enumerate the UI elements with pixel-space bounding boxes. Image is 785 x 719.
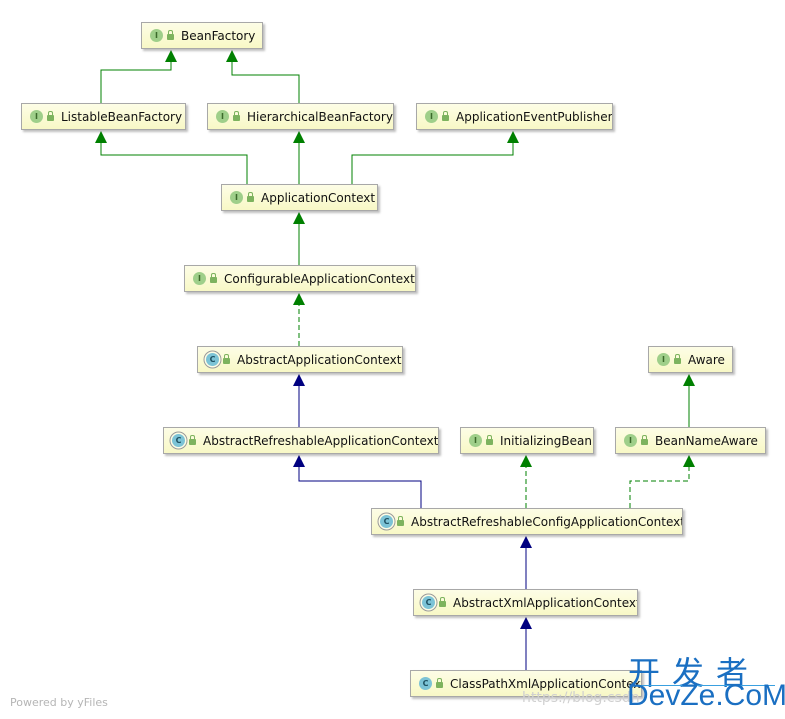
node-label: AbstractXmlApplicationContext	[453, 595, 638, 610]
node-label: HierarchicalBeanFactory	[247, 109, 393, 124]
node-label: AbstractRefreshableConfigApplicationCont…	[411, 514, 683, 529]
node-beannameaware[interactable]: I BeanNameAware	[615, 427, 766, 454]
node-label: Aware	[688, 352, 725, 367]
public-lock-icon	[223, 354, 230, 364]
interface-icon: I	[193, 272, 206, 285]
abstract-class-icon: C	[422, 596, 435, 609]
node-aware[interactable]: I Aware	[648, 346, 733, 373]
interface-icon: I	[624, 434, 637, 447]
public-lock-icon	[189, 435, 196, 445]
interface-icon: I	[469, 434, 482, 447]
node-label: AbstractApplicationContext	[237, 352, 402, 367]
watermark-en: DevZe.CoM	[627, 679, 785, 712]
arrowhead-icon	[95, 131, 107, 143]
arrowhead-icon	[683, 374, 695, 386]
node-configurable[interactable]: I ConfigurableApplicationContext	[184, 265, 416, 292]
node-label: BeanNameAware	[655, 433, 758, 448]
arrowhead-icon	[293, 131, 305, 143]
arrowhead-icon	[520, 536, 532, 548]
class-icon: C	[419, 677, 432, 690]
public-lock-icon	[486, 435, 493, 445]
node-hierarchical[interactable]: I HierarchicalBeanFactory	[207, 103, 394, 130]
edge-listable-to-beanfactory	[100, 61, 172, 103]
interface-icon: I	[230, 191, 243, 204]
public-lock-icon	[397, 516, 404, 526]
public-lock-icon	[436, 678, 443, 688]
interface-icon: I	[657, 353, 670, 366]
public-lock-icon	[210, 273, 217, 283]
interface-icon: I	[150, 29, 163, 42]
interface-icon: I	[30, 110, 43, 123]
public-lock-icon	[247, 192, 254, 202]
node-label: ApplicationEventPublisher	[456, 109, 613, 124]
node-refreshableconfig[interactable]: C AbstractRefreshableConfigApplicationCon…	[371, 508, 683, 535]
arrowhead-icon	[165, 50, 177, 62]
arrowhead-icon	[293, 212, 305, 224]
node-publisher[interactable]: I ApplicationEventPublisher	[416, 103, 613, 130]
edge-appctx-to-listable	[100, 142, 248, 184]
arrowhead-icon	[520, 455, 532, 467]
public-lock-icon	[641, 435, 648, 445]
node-abstractctx[interactable]: C AbstractApplicationContext	[197, 346, 403, 373]
node-appctx[interactable]: I ApplicationContext	[221, 184, 378, 211]
node-label: AbstractRefreshableApplicationContext	[203, 433, 439, 448]
node-refreshable[interactable]: C AbstractRefreshableApplicationContext	[163, 427, 439, 454]
public-lock-icon	[439, 597, 446, 607]
abstract-class-icon: C	[172, 434, 185, 447]
arrowhead-icon	[293, 455, 305, 467]
interface-icon: I	[216, 110, 229, 123]
edge-refreshableconfig-to-beannameaware	[629, 466, 690, 508]
public-lock-icon	[674, 354, 681, 364]
public-lock-icon	[167, 30, 174, 40]
public-lock-icon	[47, 111, 54, 121]
node-label: ApplicationContext	[261, 190, 376, 205]
node-label: ConfigurableApplicationContext	[224, 271, 415, 286]
node-abstractxml[interactable]: C AbstractXmlApplicationContext	[413, 589, 638, 616]
edge-refreshableconfig-to-refreshable	[298, 466, 422, 508]
node-label: InitializingBean	[500, 433, 592, 448]
node-label: BeanFactory	[181, 28, 256, 43]
abstract-class-icon: C	[206, 353, 219, 366]
watermark-url: https://blog.csdn	[522, 690, 640, 706]
arrowhead-icon	[683, 455, 695, 467]
node-beanfactory[interactable]: I BeanFactory	[141, 22, 263, 49]
node-listable[interactable]: I ListableBeanFactory	[21, 103, 186, 130]
public-lock-icon	[442, 111, 449, 121]
interface-icon: I	[425, 110, 438, 123]
node-initializing[interactable]: I InitializingBean	[460, 427, 594, 454]
node-label: ListableBeanFactory	[61, 109, 183, 124]
arrowhead-icon	[520, 617, 532, 629]
edge-appctx-to-publisher	[351, 142, 514, 184]
arrowhead-icon	[226, 50, 238, 62]
powered-by-label: Powered by yFiles	[10, 696, 108, 709]
edge-hierarchical-to-beanfactory	[231, 61, 300, 103]
public-lock-icon	[233, 111, 240, 121]
arrowhead-icon	[293, 374, 305, 386]
node-label: ClassPathXmlApplicationContext	[450, 676, 642, 691]
arrowhead-icon	[507, 131, 519, 143]
abstract-class-icon: C	[380, 515, 393, 528]
arrowhead-icon	[293, 293, 305, 305]
